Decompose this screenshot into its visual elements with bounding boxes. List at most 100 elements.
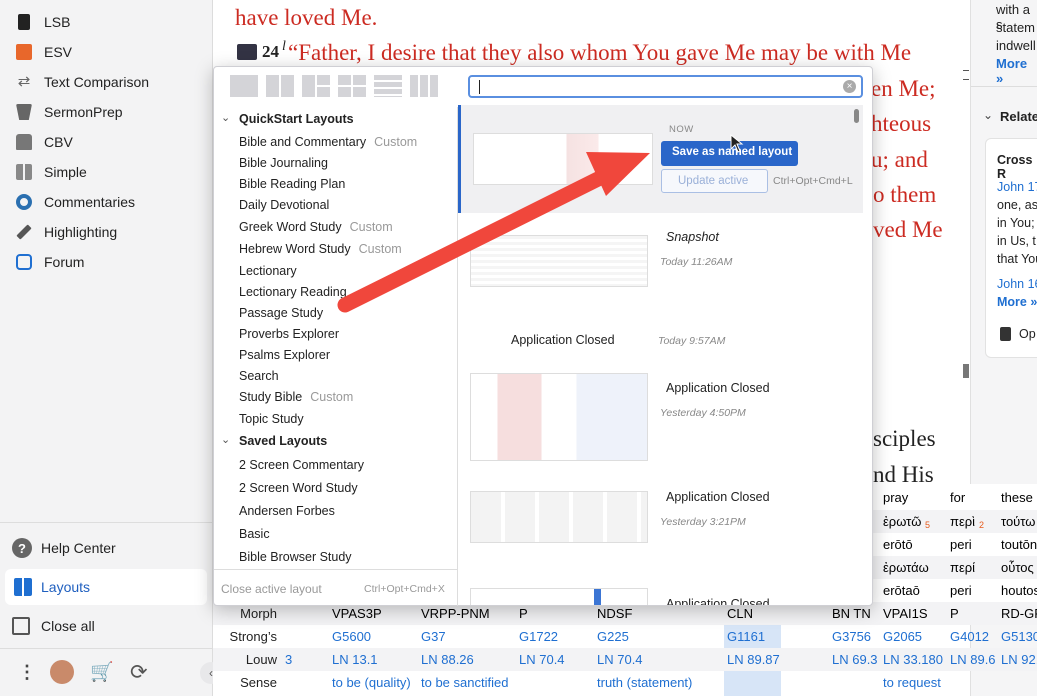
more-link[interactable]: More » bbox=[997, 295, 1037, 309]
louw-link[interactable]: LN 70.4 bbox=[597, 652, 643, 667]
saved-layout-item[interactable]: Basic bbox=[239, 527, 270, 541]
layout-item[interactable]: Topic Study bbox=[239, 412, 304, 426]
close-all-button[interactable]: Close all bbox=[12, 614, 95, 638]
verse-text: en Me; bbox=[871, 76, 936, 101]
layout-item[interactable]: Lectionary Reading bbox=[239, 285, 347, 299]
layout-item[interactable]: Lectionary bbox=[239, 264, 297, 278]
strongs-link[interactable]: G37 bbox=[421, 629, 446, 644]
layout-history-entry[interactable]: Application Closed bbox=[458, 583, 863, 605]
louw-link[interactable]: LN 89.87 bbox=[727, 652, 780, 667]
layout-item[interactable]: Search bbox=[239, 369, 279, 383]
layout-history-entry[interactable]: Snapshot Today 11:26AM bbox=[458, 225, 863, 320]
layout-item[interactable]: Psalms Explorer bbox=[239, 348, 330, 362]
layout-three-pane-icon[interactable] bbox=[302, 75, 330, 97]
layout-item[interactable]: Bible Reading Plan bbox=[239, 177, 345, 191]
clear-search-icon[interactable]: × bbox=[843, 80, 856, 93]
footnote-marker[interactable]: l bbox=[282, 39, 286, 55]
strongs-link[interactable]: G3756 bbox=[832, 629, 871, 644]
table-cell: P bbox=[519, 606, 528, 621]
ref-link[interactable]: John 17 bbox=[997, 180, 1037, 194]
sidebar-item-lsb[interactable]: LSB bbox=[16, 10, 70, 34]
louw-link[interactable]: LN 33.180 bbox=[883, 652, 943, 667]
sidebar-item-highlighting[interactable]: Highlighting bbox=[16, 220, 117, 244]
layout-item-label: Topic Study bbox=[239, 412, 304, 426]
sense-link[interactable]: truth (statement) bbox=[597, 675, 692, 690]
saved-layout-item[interactable]: 2 Screen Word Study bbox=[239, 481, 358, 495]
strongs-link[interactable]: G1161 bbox=[727, 629, 765, 644]
reader-icon[interactable] bbox=[237, 44, 257, 60]
table-cell: these bbox=[1001, 490, 1033, 505]
sync-icon[interactable]: ⟳ bbox=[130, 660, 148, 685]
cart-icon[interactable]: 🛒 bbox=[90, 660, 114, 684]
more-menu-icon[interactable]: ⋮ bbox=[18, 662, 36, 683]
saved-layout-item[interactable]: Bible Browser Study bbox=[239, 550, 352, 564]
layout-single-icon[interactable] bbox=[230, 75, 258, 97]
chevron-down-icon[interactable]: ⌄ bbox=[983, 108, 993, 122]
layout-item[interactable]: Greek Word Study Custom bbox=[239, 220, 393, 234]
sidebar-item-text-comparison[interactable]: ⇄ Text Comparison bbox=[16, 70, 149, 94]
louw-link[interactable]: 3 bbox=[285, 652, 292, 667]
sidebar-item-sermonprep[interactable]: SermonPrep bbox=[16, 100, 123, 124]
layout-item[interactable]: Daily Devotional bbox=[239, 198, 329, 212]
layout-two-column-icon[interactable] bbox=[266, 75, 294, 97]
help-center-button[interactable]: ? Help Center bbox=[12, 536, 116, 560]
louw-link[interactable]: LN 13.1 bbox=[332, 652, 378, 667]
louw-link[interactable]: LN 88.26 bbox=[421, 652, 474, 667]
ref-text: in Us, t bbox=[997, 234, 1036, 248]
chevron-down-icon[interactable]: ⌄ bbox=[221, 433, 230, 446]
section-title[interactable]: Relate bbox=[1000, 109, 1037, 124]
saved-layout-item[interactable]: 2 Screen Commentary bbox=[239, 458, 364, 472]
layout-item[interactable]: Passage Study bbox=[239, 306, 323, 320]
layout-item[interactable]: Bible and Commentary Custom bbox=[239, 135, 417, 149]
sidebar-item-simple[interactable]: Simple bbox=[16, 160, 87, 184]
sense-link[interactable]: to be (quality) bbox=[332, 675, 411, 690]
louw-link[interactable]: LN 69.3 bbox=[832, 652, 878, 667]
quickstart-section-title[interactable]: QuickStart Layouts bbox=[239, 112, 354, 126]
card-title: Cross R bbox=[997, 153, 1033, 181]
saved-section-title[interactable]: Saved Layouts bbox=[239, 434, 327, 448]
saved-layout-item[interactable]: Andersen Forbes bbox=[239, 504, 335, 518]
sense-link[interactable]: to request bbox=[883, 675, 941, 690]
layout-item[interactable]: Hebrew Word Study Custom bbox=[239, 242, 402, 256]
layout-search-input[interactable]: × bbox=[468, 75, 863, 98]
close-active-layout-button[interactable]: Close active layout bbox=[221, 582, 322, 596]
layout-item[interactable]: Study Bible Custom bbox=[239, 390, 353, 404]
sense-link[interactable]: to be sanctified bbox=[421, 675, 508, 690]
ref-link[interactable]: John 16 bbox=[997, 277, 1037, 291]
sidebar-item-forum[interactable]: Forum bbox=[16, 250, 84, 274]
strongs-link[interactable]: G1722 bbox=[519, 629, 558, 644]
layout-four-pane-icon[interactable] bbox=[338, 75, 366, 97]
layout-rows-icon[interactable] bbox=[374, 75, 402, 97]
update-active-button[interactable]: Update active bbox=[661, 169, 768, 193]
book-orange-icon bbox=[16, 44, 32, 60]
open-link[interactable]: Op bbox=[1019, 327, 1036, 341]
strongs-link[interactable]: G2065 bbox=[883, 629, 922, 644]
strongs-link[interactable]: G5600 bbox=[332, 629, 371, 644]
history-scrollbar[interactable] bbox=[854, 109, 859, 123]
layout-history-entry[interactable]: Application Closed Today 9:57AM bbox=[458, 325, 863, 355]
layout-history-entry[interactable]: Application Closed Yesterday 4:50PM bbox=[458, 370, 863, 470]
count-sup: 2 bbox=[979, 520, 985, 530]
table-cell: CLN bbox=[727, 606, 754, 621]
strongs-link[interactable]: G225 bbox=[597, 629, 629, 644]
grid-icon bbox=[16, 164, 32, 180]
layout-thumbnail bbox=[470, 491, 648, 543]
sidebar-item-esv[interactable]: ESV bbox=[16, 40, 72, 64]
sidebar-item-commentaries[interactable]: Commentaries bbox=[16, 190, 135, 214]
table-cell: peri bbox=[950, 537, 972, 552]
save-named-layout-button[interactable]: Save as named layout bbox=[661, 141, 798, 166]
sidebar-item-cbv[interactable]: CBV bbox=[16, 130, 73, 154]
layout-history-entry[interactable]: Application Closed Yesterday 3:21PM bbox=[458, 483, 863, 563]
chevron-down-icon[interactable]: ⌄ bbox=[221, 111, 230, 124]
layout-item[interactable]: Bible Journaling bbox=[239, 156, 328, 170]
louw-link[interactable]: LN 70.4 bbox=[519, 652, 565, 667]
layout-columns-icon[interactable] bbox=[410, 75, 438, 97]
louw-link[interactable]: LN 92. bbox=[1001, 652, 1037, 667]
strongs-link[interactable]: G5130 bbox=[1001, 629, 1037, 644]
more-link[interactable]: More » bbox=[996, 56, 1037, 86]
louw-link[interactable]: LN 89.6 bbox=[950, 652, 996, 667]
layouts-button[interactable]: Layouts bbox=[5, 569, 207, 605]
avatar[interactable] bbox=[50, 660, 74, 684]
strongs-link[interactable]: G4012 bbox=[950, 629, 989, 644]
layout-item[interactable]: Proverbs Explorer bbox=[239, 327, 339, 341]
